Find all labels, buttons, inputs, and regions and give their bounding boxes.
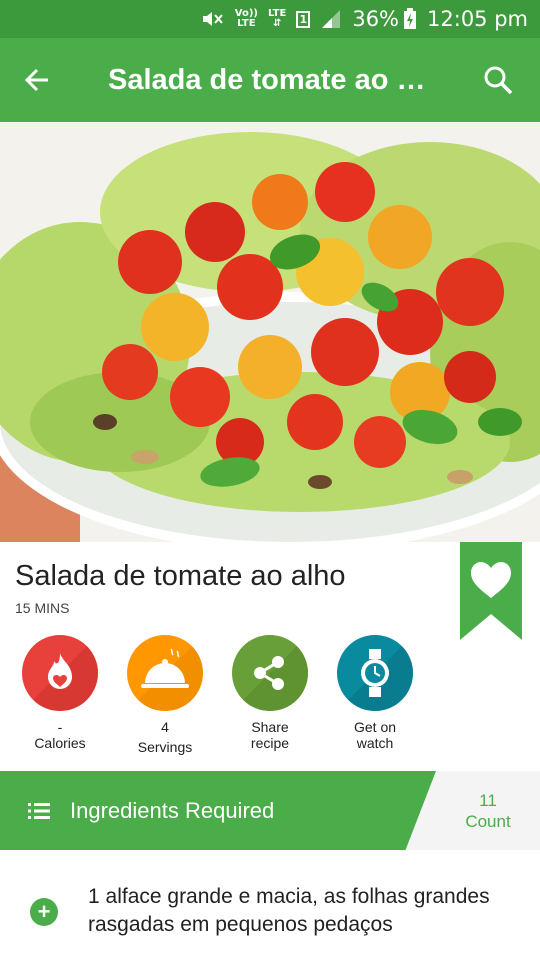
watch-icon <box>337 635 413 711</box>
ingredients-count-value: 11 <box>479 790 497 810</box>
list-icon <box>28 802 50 819</box>
watch-label-line2: watch <box>356 735 394 751</box>
recipe-time: 15 MINS <box>15 600 70 616</box>
stat-share[interactable]: Share recipe <box>215 635 325 751</box>
recipe-title: Salada de tomate ao alho <box>15 560 346 592</box>
stat-calories[interactable]: - Calories <box>5 635 115 751</box>
ingredients-header: Ingredients Required 11 Count <box>0 771 540 850</box>
add-ingredient-button[interactable]: + <box>30 898 58 926</box>
calories-value: - <box>57 719 63 735</box>
volte-indicator: Vo)) LTE <box>234 8 258 29</box>
battery-percent: 36% <box>352 7 400 31</box>
status-bar: Vo)) LTE LTE ⇵ 1 36% 12:05 pm <box>0 0 540 38</box>
calories-label: Calories <box>34 735 86 751</box>
search-button[interactable] <box>456 38 540 122</box>
signal-icon <box>320 9 342 29</box>
lte-indicator: LTE ⇵ <box>267 8 287 29</box>
back-button[interactable] <box>0 38 74 122</box>
favorite-button[interactable] <box>460 542 522 640</box>
share-label-line1: Share <box>251 719 289 735</box>
ingredients-title: Ingredients Required <box>70 797 275 823</box>
flame-heart-icon <box>22 635 98 711</box>
share-icon <box>232 635 308 711</box>
stat-servings[interactable]: 4 Servings <box>110 635 220 755</box>
toolbar-title: Salada de tomate ao al… <box>108 63 450 96</box>
stat-watch[interactable]: Get on watch <box>320 635 430 751</box>
watch-label-line1: Get on <box>353 719 397 735</box>
clock: 12:05 pm <box>427 7 528 31</box>
toolbar: Salada de tomate ao al… <box>0 38 540 122</box>
search-icon <box>484 66 513 95</box>
battery-charging-icon <box>403 8 417 30</box>
servings-label: Servings <box>137 739 193 755</box>
ingredients-count: 11 Count <box>436 771 540 850</box>
ingredient-text: 1 alface grande e macia, as folhas grand… <box>88 885 490 936</box>
arrow-left-icon <box>24 68 48 92</box>
recipe-image <box>0 122 540 542</box>
serving-cloche-icon <box>127 635 203 711</box>
mute-icon <box>201 9 225 29</box>
share-label-line2: recipe <box>250 735 290 751</box>
sim-indicator: 1 <box>296 10 311 28</box>
ingredients-header-bar: Ingredients Required <box>0 771 436 850</box>
ingredients-count-label: Count <box>465 811 511 831</box>
list-item[interactable]: + 1 alface grande e macia, as folhas gra… <box>0 878 540 948</box>
servings-value: 4 <box>161 719 169 735</box>
